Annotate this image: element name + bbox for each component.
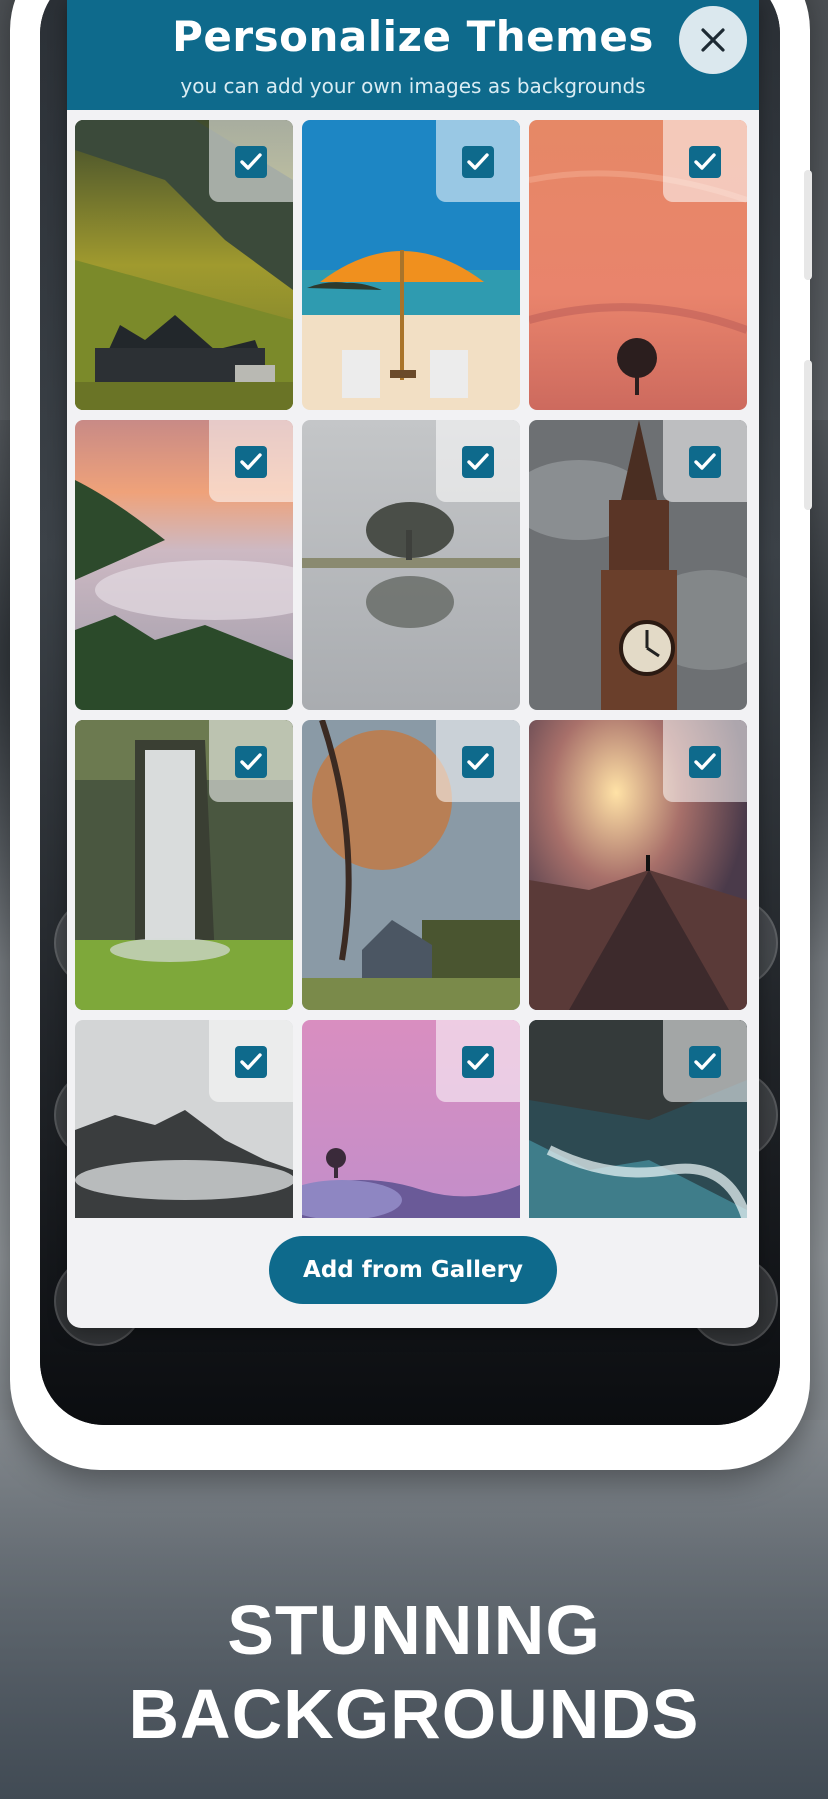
close-button[interactable] bbox=[679, 6, 747, 74]
checkbox-checked[interactable] bbox=[462, 1046, 494, 1078]
checkbox-checked[interactable] bbox=[689, 746, 721, 778]
theme-tile-mountain-summit-sunrise[interactable] bbox=[529, 720, 747, 1010]
close-icon bbox=[701, 28, 725, 52]
modal-subtitle: you can add your own images as backgroun… bbox=[180, 74, 646, 98]
checkbox-checked[interactable] bbox=[235, 746, 267, 778]
phone-side-button bbox=[804, 360, 812, 510]
checkmark-icon bbox=[467, 153, 489, 170]
checkbox-checked[interactable] bbox=[235, 146, 267, 178]
checkbox-checked[interactable] bbox=[462, 746, 494, 778]
checkmark-icon bbox=[694, 153, 716, 170]
checkmark-icon bbox=[467, 753, 489, 770]
modal-header: Personalize Themes you can add your own … bbox=[67, 0, 759, 110]
checkmark-icon bbox=[694, 453, 716, 470]
theme-tile-mountain-cabin[interactable] bbox=[75, 120, 293, 410]
checkmark-icon bbox=[240, 153, 262, 170]
theme-tile-beach-umbrella[interactable] bbox=[302, 120, 520, 410]
personalize-themes-modal: Personalize Themes you can add your own … bbox=[67, 0, 759, 1328]
checkmark-icon bbox=[240, 753, 262, 770]
checkbox-checked[interactable] bbox=[462, 446, 494, 478]
checkmark-icon bbox=[694, 1053, 716, 1070]
theme-tile-misty-valley[interactable] bbox=[75, 420, 293, 710]
theme-tile-aerial-coast[interactable] bbox=[529, 1020, 747, 1218]
checkmark-icon bbox=[467, 453, 489, 470]
checkmark-icon bbox=[694, 753, 716, 770]
marketing-headline: STUNNING BACKGROUNDS bbox=[0, 1588, 828, 1756]
checkbox-checked[interactable] bbox=[235, 1046, 267, 1078]
theme-tile-autumn-tree-barn[interactable] bbox=[302, 720, 520, 1010]
checkmark-icon bbox=[240, 453, 262, 470]
headline-line-2: BACKGROUNDS bbox=[128, 1675, 700, 1753]
checkbox-checked[interactable] bbox=[462, 146, 494, 178]
theme-tile-foggy-peaks[interactable] bbox=[75, 1020, 293, 1218]
checkbox-checked[interactable] bbox=[689, 1046, 721, 1078]
checkbox-checked[interactable] bbox=[689, 146, 721, 178]
app-store-screenshot: Personalize Themes you can add your own … bbox=[0, 0, 828, 1799]
theme-tile-sunset-tree[interactable] bbox=[529, 120, 747, 410]
theme-tile-clock-tower[interactable] bbox=[529, 420, 747, 710]
headline-line-1: STUNNING bbox=[227, 1591, 601, 1669]
theme-tile-waterfall[interactable] bbox=[75, 720, 293, 1010]
modal-title: Personalize Themes bbox=[172, 12, 654, 61]
checkmark-icon bbox=[467, 1053, 489, 1070]
checkbox-checked[interactable] bbox=[689, 446, 721, 478]
checkmark-icon bbox=[240, 1053, 262, 1070]
add-from-gallery-button[interactable]: Add from Gallery bbox=[269, 1236, 557, 1304]
theme-image-grid bbox=[75, 120, 755, 1218]
theme-tile-tree-reflection[interactable] bbox=[302, 420, 520, 710]
checkbox-checked[interactable] bbox=[235, 446, 267, 478]
phone-side-button bbox=[804, 170, 812, 280]
theme-tile-pink-sky-hill[interactable] bbox=[302, 1020, 520, 1218]
